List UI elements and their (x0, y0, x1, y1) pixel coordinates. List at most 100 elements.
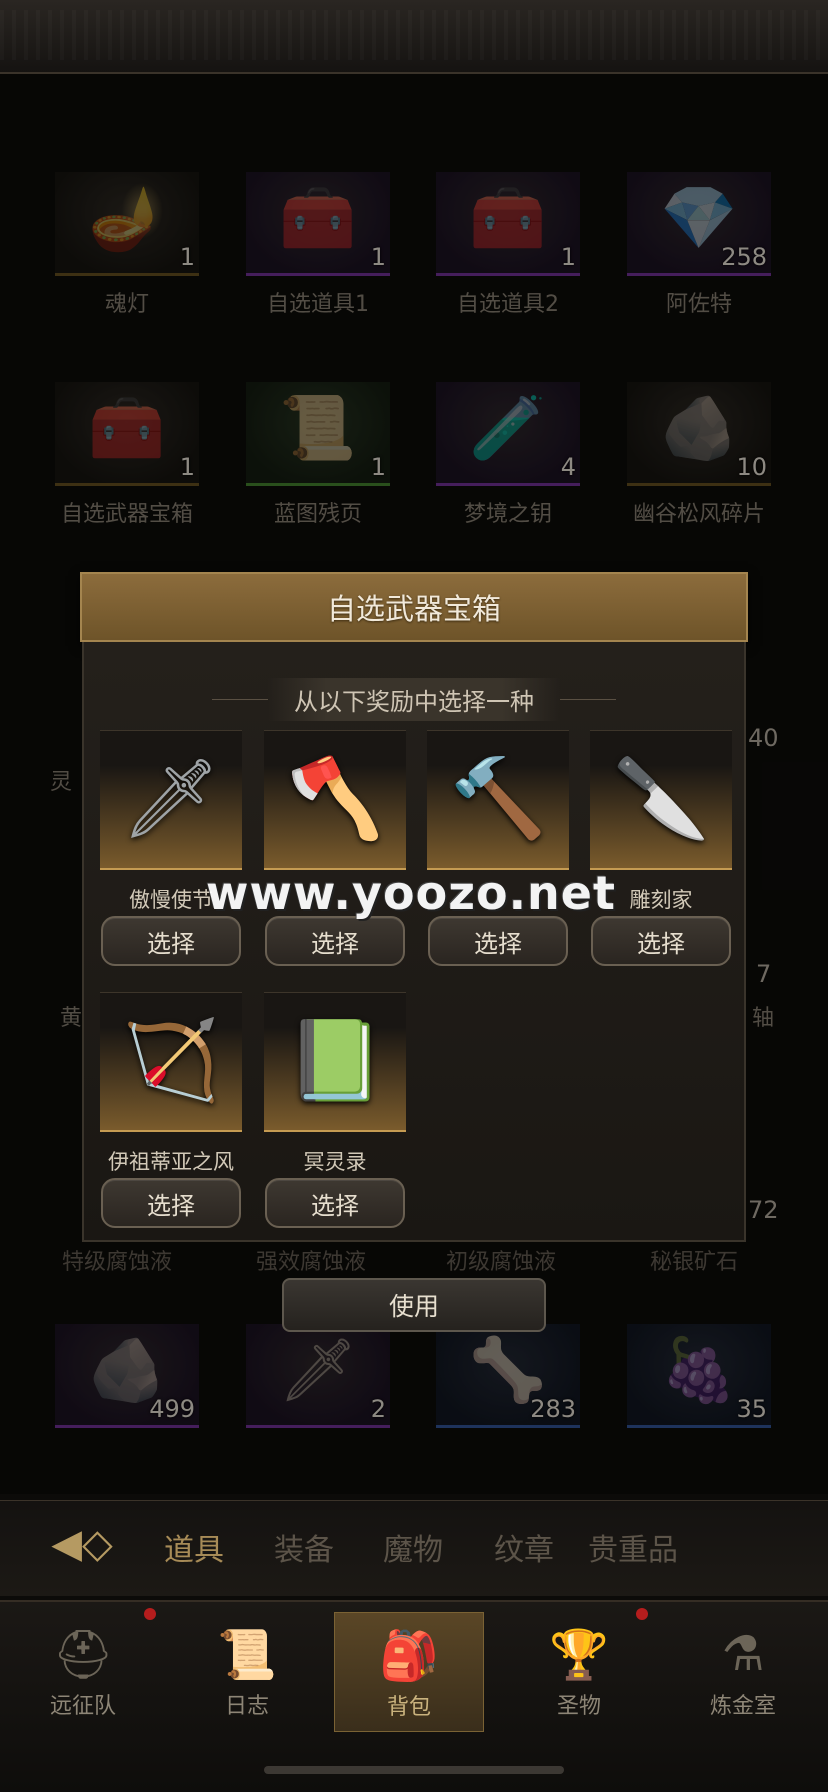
top-frame (0, 0, 828, 74)
partial-item-count: 40 (748, 724, 779, 752)
reward-choice: 🔪 雕刻家 选择 (590, 730, 732, 966)
item-count: 1 (370, 243, 386, 271)
nav-label: 背包 (386, 1695, 431, 1720)
nav-label: 炼金室 (709, 1694, 776, 1719)
chest-icon: 🧰 (469, 181, 547, 255)
nav-backpack[interactable]: 🎒 背包 (334, 1612, 484, 1732)
item-count: 4 (560, 453, 576, 481)
nav-log[interactable]: 📜 日志 (172, 1612, 322, 1732)
item-name: 自选道具2 (457, 292, 559, 317)
reward-art[interactable]: 📗 (264, 992, 406, 1132)
reward-art[interactable]: 🏹 (100, 992, 242, 1132)
partial-item-name: 特级腐蚀液 (62, 1250, 173, 1275)
item-count: 10 (736, 453, 767, 481)
sword-icon: 🗡 (121, 754, 221, 844)
tab-monsters[interactable]: 魔物 (383, 1525, 443, 1569)
select-button[interactable]: 选择 (101, 916, 241, 966)
nav-expedition[interactable]: ⛑ 远征队 (8, 1612, 158, 1732)
item-count: 283 (530, 1395, 576, 1423)
nav-relics[interactable]: 🏆 圣物 (504, 1612, 654, 1732)
tab-emblems[interactable]: 纹章 (494, 1525, 554, 1569)
divider (212, 699, 268, 700)
reward-name: 伊祖蒂亚之风 (108, 1150, 234, 1174)
bottle-icon: 🧪 (469, 391, 547, 465)
reward-art[interactable]: 🔨 (427, 730, 569, 870)
item-tile: 🪨 499 (55, 1324, 199, 1428)
item-count: 1 (560, 243, 576, 271)
nav-alchemy[interactable]: ⚗ 炼金室 (668, 1612, 818, 1732)
tab-valuables[interactable]: 贵重品 (588, 1525, 678, 1569)
axe-icon: 🪓 (286, 754, 384, 844)
shard-icon: 🪨 (660, 391, 738, 465)
tab-equipment[interactable]: 装备 (274, 1525, 334, 1569)
item-count: 258 (721, 243, 767, 271)
reward-choice: 📗 冥灵录 选择 (264, 992, 406, 1228)
amulet-icon: 🗡 (278, 1333, 358, 1407)
inventory-item[interactable]: 🧪 4 梦境之钥 (436, 382, 580, 528)
item-tile: 🧪 4 (436, 382, 580, 486)
item-name: 自选武器宝箱 (60, 502, 193, 527)
item-tile: 🧰 1 (436, 172, 580, 276)
inventory-item[interactable]: 📜 1 蓝图残页 (246, 382, 390, 528)
item-name: 魂灯 (104, 292, 149, 317)
select-button[interactable]: 选择 (428, 916, 568, 966)
bow-icon: 🏹 (122, 1016, 220, 1106)
inventory-item[interactable]: 🪨 10 幽谷松风碎片 (627, 382, 771, 528)
lamp-icon: 🪔 (88, 181, 166, 255)
inventory-item[interactable]: 💎 258 阿佐特 (627, 172, 771, 318)
item-tile: 🧰 1 (55, 382, 199, 486)
item-tile: 🪨 10 (627, 382, 771, 486)
reward-art[interactable]: 🔪 (590, 730, 732, 870)
inventory-item[interactable]: 🍇 35 (627, 1324, 771, 1428)
modal-header: 自选武器宝箱 (80, 572, 748, 642)
item-tile: 💎 258 (627, 172, 771, 276)
inventory-item[interactable]: 🧰 1 自选武器宝箱 (55, 382, 199, 528)
select-button[interactable]: 选择 (265, 1178, 405, 1228)
divider (560, 699, 616, 700)
inventory-item[interactable]: 🗡 2 (246, 1324, 390, 1428)
nav-label: 日志 (224, 1694, 269, 1719)
back-arrow-icon[interactable]: ◀◇ (44, 1521, 120, 1567)
item-name: 自选道具1 (267, 292, 369, 317)
reward-name: 冥灵录 (303, 1150, 367, 1174)
notification-dot (144, 1608, 156, 1620)
item-tile: 🧰 1 (246, 172, 390, 276)
bag-icon: 🎒 (379, 1628, 439, 1684)
chest-icon: 🧰 (279, 181, 357, 255)
dagger-icon: 🔪 (612, 754, 710, 844)
reward-choice: 🏹 伊祖蒂亚之风 选择 (100, 992, 242, 1228)
inventory-item[interactable]: 🪨 499 (55, 1324, 199, 1428)
reward-art[interactable]: 🗡 (100, 730, 242, 870)
alchemy-icon: ⚗ (721, 1626, 765, 1682)
inventory-item[interactable]: 🦴 283 (436, 1324, 580, 1428)
nav-label: 远征队 (49, 1694, 116, 1719)
nav-label: 圣物 (556, 1694, 601, 1719)
item-name: 梦境之钥 (463, 502, 552, 527)
tab-items[interactable]: 道具 (164, 1525, 224, 1569)
item-tile: 🪔 1 (55, 172, 199, 276)
partial-item-name: 黄 (60, 1006, 83, 1031)
item-name: 蓝图残页 (273, 502, 362, 527)
item-tile: 🗡 2 (246, 1324, 390, 1428)
select-button[interactable]: 选择 (591, 916, 731, 966)
use-button[interactable]: 使用 (282, 1278, 546, 1332)
inventory-item[interactable]: 🧰 1 自选道具2 (436, 172, 580, 318)
item-name: 阿佐特 (665, 292, 732, 317)
item-tile: 🦴 283 (436, 1324, 580, 1428)
inventory-item[interactable]: 🧰 1 自选道具1 (246, 172, 390, 318)
hammer-icon: 🔨 (449, 754, 547, 844)
partial-item-name: 轴 (752, 1006, 775, 1031)
modal-title: 自选武器宝箱 (326, 592, 501, 626)
select-button[interactable]: 选择 (265, 916, 405, 966)
item-name: 幽谷松风碎片 (632, 502, 765, 527)
home-indicator (264, 1766, 564, 1774)
item-count: 1 (179, 453, 195, 481)
reward-art[interactable]: 🪓 (264, 730, 406, 870)
reward-choice: 🗡 傲慢使节 选择 (100, 730, 242, 966)
partial-item-name: 秘银矿石 (650, 1250, 739, 1275)
inventory-item[interactable]: 🪔 1 魂灯 (55, 172, 199, 318)
item-count: 35 (736, 1395, 767, 1423)
select-button[interactable]: 选择 (101, 1178, 241, 1228)
watermark: www.yoozo.net (206, 866, 616, 920)
fruit-icon: 🍇 (660, 1333, 738, 1407)
